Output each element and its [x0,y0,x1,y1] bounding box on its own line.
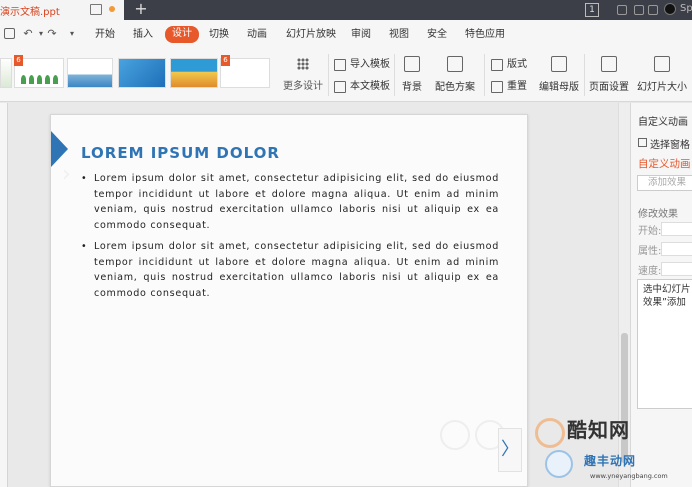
reset-icon [491,81,503,93]
slide-size-icon [654,56,670,72]
document-tab[interactable]: 演示文稿.ppt [0,0,124,20]
watermark-logo-icon [535,418,565,448]
reset-button[interactable]: 重置 [491,80,527,94]
watermark-brand: 酷知网 [567,418,630,442]
template-thumbnail[interactable] [67,58,113,88]
background-label: 背景 [402,82,422,93]
text-template-icon [334,81,346,93]
color-scheme-icon [447,56,463,72]
reset-label: 重置 [507,81,527,92]
custom-animation-heading: 自定义动画 [638,158,691,170]
bullet-item[interactable]: Lorem ipsum dolor sit amet, consectetur … [81,239,499,301]
tab-animations[interactable]: 动画 [247,27,267,43]
import-template-button[interactable]: 导入模板 [334,58,390,72]
hint-line: 选中幻灯片 [643,284,691,295]
page-setup-button[interactable]: 页面设置 [588,56,630,93]
watermark-ring [440,420,470,450]
menu-bar: ↶ ▾ ↷ ▾ 开始 插入 设计 切换 动画 幻灯片放映 审阅 视图 安全 特色… [0,20,692,48]
more-design-label: 更多设计 [283,81,323,92]
template-thumbnail[interactable] [170,58,218,88]
template-thumbnail[interactable] [0,58,12,88]
import-template-label: 导入模板 [350,59,390,70]
ribbon-divider [584,54,585,96]
tab-special-apps[interactable]: 特色应用 [465,27,505,43]
ribbon-divider [328,54,329,96]
tab-design[interactable]: 设计 [165,26,199,43]
color-scheme-button[interactable]: 配色方案 [432,56,478,93]
tab-slideshow[interactable]: 幻灯片放映 [286,27,336,43]
edit-master-icon [551,56,567,72]
import-template-icon [334,59,346,71]
tab-transitions[interactable]: 切换 [209,27,229,43]
layout-icon [491,59,503,71]
property-select[interactable] [661,242,692,256]
select-pane-label: 选择窗格 [650,140,690,151]
pane-title[interactable]: 自定义动画 [638,113,688,128]
add-effect-button[interactable]: 添加效果 [637,175,692,191]
unsaved-dot-icon [109,6,115,12]
hint-line: 效果”添加 [643,297,686,308]
quick-access-dropdown-icon[interactable]: ▾ [66,28,78,40]
color-scheme-label: 配色方案 [435,82,475,93]
background-icon [404,56,420,72]
tab-view[interactable]: 视图 [389,27,409,43]
grid-icon [297,58,309,70]
animation-list[interactable]: 选中幻灯片 效果”添加 [637,279,692,409]
ribbon-divider [394,54,395,96]
custom-animation-pane: 自定义动画 选择窗格 自定义动画 添加效果 修改效果 开始: 属性: 速度: 选… [630,103,692,487]
user-avatar[interactable] [664,3,676,15]
page-setup-label: 页面设置 [589,82,629,93]
tab-review[interactable]: 审阅 [351,27,371,43]
screen-icon[interactable] [90,4,102,15]
select-pane-icon [638,138,647,147]
more-design-button[interactable]: 更多设计 [280,58,326,92]
layout-button[interactable]: 版式 [491,58,527,72]
property-label: 属性: [638,246,662,257]
layout-label: 版式 [507,59,527,70]
slide-size-label: 幻灯片大小 [637,82,687,93]
settings-icon[interactable] [634,5,644,15]
modify-effect-label: 修改效果 [638,209,678,220]
title-bar: 演示文稿.ppt + 1 Sp [0,0,692,20]
scrollbar-thumb[interactable] [621,333,628,463]
next-slide-button[interactable]: 〉 [498,428,522,472]
speed-select[interactable] [661,262,692,276]
undo-icon[interactable]: ↶ [22,28,34,40]
edit-master-button[interactable]: 编辑母版 [538,56,580,93]
text-template-button[interactable]: 本文模板 [334,80,390,94]
thumbnail-pane-collapsed[interactable] [0,103,8,487]
text-template-label: 本文模板 [350,81,390,92]
ribbon-divider [484,54,485,96]
chevron-right-icon: › [62,162,71,187]
new-tab-button[interactable]: + [131,0,151,20]
slide-title[interactable]: LOREM IPSUM DOLOR [81,144,280,162]
slide-size-button[interactable]: 幻灯片大小 [634,56,690,93]
bullet-item[interactable]: Lorem ipsum dolor sit amet, consectetur … [81,171,499,233]
bullet-list[interactable]: Lorem ipsum dolor sit amet, consectetur … [81,171,499,307]
template-badge: 6 [221,55,230,66]
skin-icon[interactable] [617,5,627,15]
redo-icon[interactable]: ↷ [46,28,58,40]
start-label: 开始: [638,226,662,237]
watermark-wifi-icon [545,450,573,478]
template-thumbnail[interactable] [118,58,166,88]
page-count-badge[interactable]: 1 [585,3,599,17]
tab-insert[interactable]: 插入 [133,27,153,43]
start-select[interactable] [661,222,692,236]
page-setup-icon [601,56,617,72]
select-pane-button[interactable]: 选择窗格 [638,136,690,151]
file-menu-icon[interactable] [4,28,15,39]
tab-security[interactable]: 安全 [427,27,447,43]
background-button[interactable]: 背景 [398,56,426,93]
template-badge: 6 [14,55,23,66]
watermark-url: www.yneyangbang.com [590,472,668,480]
tab-home[interactable]: 开始 [95,27,115,43]
document-tab-title: 演示文稿.ppt [0,7,60,18]
edit-master-label: 编辑母版 [539,82,579,93]
design-ribbon: 6 6 更多设计 导入模板 本文模板 背景 配色方案 版式 重置 编辑母版 页面… [0,48,692,102]
window-icon[interactable] [648,5,658,15]
speed-label: 速度: [638,266,662,277]
user-name[interactable]: Sp [680,3,692,14]
watermark-brand-secondary: 趣丰动网 [584,454,637,468]
